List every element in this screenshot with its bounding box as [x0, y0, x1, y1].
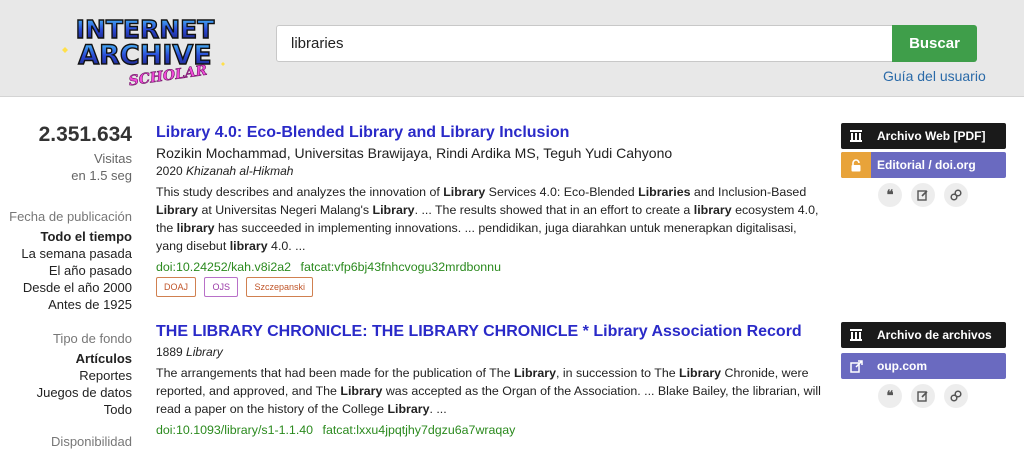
search-button[interactable]: Buscar [892, 25, 977, 62]
filter-datasets[interactable]: Juegos de datos [0, 385, 132, 400]
filter-all-time[interactable]: Todo el tiempo [0, 229, 132, 244]
link-icon [950, 189, 962, 201]
result-tags: DOAJ OJS Szczepanski [156, 277, 826, 299]
quote-icon: ❝ [886, 187, 894, 202]
external-link-icon [841, 359, 871, 373]
publisher-link-label: oup.com [877, 359, 927, 373]
edit-button[interactable] [911, 384, 935, 408]
unlock-icon [841, 152, 871, 178]
result-title-link[interactable]: Library 4.0: Eco-Blended Library and Lib… [156, 124, 826, 142]
permalink-button[interactable] [944, 183, 968, 207]
edit-icon [917, 190, 928, 201]
archive-building-icon [841, 129, 871, 143]
availability-filter-heading: Disponibilidad [51, 434, 132, 449]
web-archive-pdf-button[interactable]: Archivo Web [PDF] [841, 123, 1006, 149]
result-abstract: This study describes and analyzes the in… [156, 185, 819, 253]
filter-everything[interactable]: Todo [0, 402, 132, 417]
edit-button[interactable] [911, 183, 935, 207]
internet-archive-scholar-logo[interactable]: INTERNET ARCHIVE SCHOLAR [56, 10, 234, 86]
result-tools: ❝ [878, 384, 968, 408]
result-year-venue: 1889 Library [156, 345, 826, 359]
result-title-link[interactable]: THE LIBRARY CHRONICLE: THE LIBRARY CHRON… [156, 323, 826, 341]
search-input[interactable] [276, 25, 893, 62]
result-identifiers: doi:10.24252/kah.v8i2a2 fatcat:vfp6bj43f… [156, 260, 826, 274]
filter-past-year[interactable]: El año pasado [0, 263, 132, 278]
fatcat-link[interactable]: fatcat:vfp6bj43fnhcvogu32mrdbonnu [301, 260, 501, 274]
tag-doaj: DOAJ [156, 277, 197, 297]
result-authors: Rozikin Mochammad, Universitas Brawijaya… [156, 145, 673, 161]
query-time: en 1.5 seg [71, 168, 132, 183]
tag-ojs: OJS [204, 277, 238, 297]
cite-button[interactable]: ❝ [878, 183, 902, 207]
edit-icon [917, 391, 928, 402]
result-venue: Khizanah al-Hikmah [186, 164, 294, 178]
file-archive-label: Archivo de archivos [877, 328, 992, 342]
search-result: THE LIBRARY CHRONICLE: THE LIBRARY CHRON… [156, 323, 826, 437]
result-tools: ❝ [878, 183, 968, 207]
filter-reports[interactable]: Reportes [0, 368, 132, 383]
result-year: 1889 [156, 345, 183, 359]
date-filter-heading: Fecha de publicación [9, 209, 132, 224]
filter-articles[interactable]: Artículos [0, 351, 132, 366]
hit-count: 2.351.634 [38, 123, 132, 146]
user-guide-link[interactable]: Guía del usuario [883, 68, 986, 84]
fatcat-link[interactable]: fatcat:lxxu4jpqtjhy7dgzu6a7wraqay [323, 423, 516, 437]
filter-since-2000[interactable]: Desde el año 2000 [0, 280, 132, 295]
result-year: 2020 [156, 164, 183, 178]
cite-button[interactable]: ❝ [878, 384, 902, 408]
archive-building-icon [841, 328, 871, 342]
file-archive-button[interactable]: Archivo de archivos [841, 322, 1006, 348]
web-archive-pdf-label: Archivo Web [PDF] [877, 129, 986, 143]
search-result: Library 4.0: Eco-Blended Library and Lib… [156, 124, 826, 299]
permalink-button[interactable] [944, 384, 968, 408]
tag-szczepanski: Szczepanski [246, 277, 313, 297]
result-identifiers: doi:10.1093/library/s1-1.1.40 fatcat:lxx… [156, 423, 826, 437]
type-filter-heading: Tipo de fondo [52, 331, 132, 346]
result-abstract: The arrangements that had been made for … [156, 366, 821, 416]
filter-before-1925[interactable]: Antes de 1925 [0, 297, 132, 312]
publisher-doi-label: Editorial / doi.org [877, 158, 976, 172]
link-icon [950, 390, 962, 402]
publisher-link-button[interactable]: oup.com [841, 353, 1006, 379]
hit-count-label: Visitas [93, 151, 132, 166]
doi-link[interactable]: doi:10.1093/library/s1-1.1.40 [156, 423, 313, 437]
quote-icon: ❝ [886, 388, 894, 403]
result-venue: Library [186, 345, 223, 359]
publisher-doi-button[interactable]: Editorial / doi.org [841, 152, 1006, 178]
doi-link[interactable]: doi:10.24252/kah.v8i2a2 [156, 260, 291, 274]
header: INTERNET ARCHIVE SCHOLAR Buscar Guía del… [0, 0, 1024, 97]
filter-past-week[interactable]: La semana pasada [0, 246, 132, 261]
result-year-venue: 2020 Khizanah al-Hikmah [156, 164, 826, 178]
